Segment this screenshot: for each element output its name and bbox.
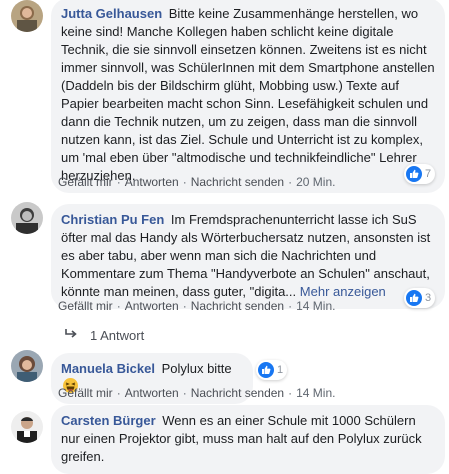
reaction-count[interactable]: 1	[256, 360, 288, 380]
reaction-number: 3	[425, 292, 432, 304]
comment-author[interactable]: Jutta Gelhausen	[61, 6, 162, 21]
replies-count[interactable]: 1 Antwort	[90, 328, 144, 343]
like-button[interactable]: Gefällt mir	[58, 299, 113, 313]
reaction-number: 7	[425, 168, 432, 180]
comment-text: Bitte keine Zusammenhänge herstellen, wo…	[61, 6, 435, 183]
avatar[interactable]	[11, 0, 43, 32]
comment-timestamp[interactable]: 14 Min.	[296, 299, 335, 313]
comment-author[interactable]: Carsten Bürger	[61, 413, 156, 428]
thumbs-up-icon	[406, 166, 422, 182]
comment-timestamp[interactable]: 14 Min.	[296, 386, 335, 400]
thumbs-up-icon	[258, 362, 274, 378]
comment-author[interactable]: Manuela Bickel	[61, 361, 155, 376]
view-replies-link[interactable]: 1 Antwort	[64, 327, 144, 343]
send-message-button[interactable]: Nachricht senden	[191, 299, 284, 313]
thumbs-up-icon	[406, 290, 422, 306]
reply-button[interactable]: Antworten	[125, 299, 179, 313]
comment-bubble: Jutta Gelhausen Bitte keine Zusammenhäng…	[51, 0, 445, 193]
avatar[interactable]	[11, 411, 43, 443]
show-more-link[interactable]: Mehr anzeigen	[300, 284, 386, 299]
comment-actions: Gefällt mir · Antworten · Nachricht senden · 1…	[58, 386, 336, 400]
comment-author[interactable]: Christian Pu Fen	[61, 212, 164, 227]
reaction-count[interactable]: 3	[404, 288, 436, 308]
comment-bubble: Christian Pu Fen Im Fremdsprachenunterri…	[51, 204, 445, 309]
reaction-number: 1	[277, 364, 284, 376]
send-message-button[interactable]: Nachricht senden	[191, 175, 284, 189]
comment-timestamp[interactable]: 20 Min.	[296, 175, 335, 189]
avatar[interactable]	[11, 350, 43, 382]
reaction-count[interactable]: 7	[404, 164, 436, 184]
send-message-button[interactable]: Nachricht senden	[191, 386, 284, 400]
reply-button[interactable]: Antworten	[125, 175, 179, 189]
like-button[interactable]: Gefällt mir	[58, 175, 113, 189]
avatar[interactable]	[11, 202, 43, 234]
comment-actions: Gefällt mir · Antworten · Nachricht senden · 2…	[58, 175, 336, 189]
comment-text: Polylux bitte	[161, 361, 232, 376]
comment-actions: Gefällt mir · Antworten · Nachricht senden · 1…	[58, 299, 336, 313]
like-button[interactable]: Gefällt mir	[58, 386, 113, 400]
reply-button[interactable]: Antworten	[125, 386, 179, 400]
comment-bubble: Carsten Bürger Wenn es an einer Schule m…	[51, 405, 445, 474]
reply-arrow-icon	[64, 327, 78, 343]
